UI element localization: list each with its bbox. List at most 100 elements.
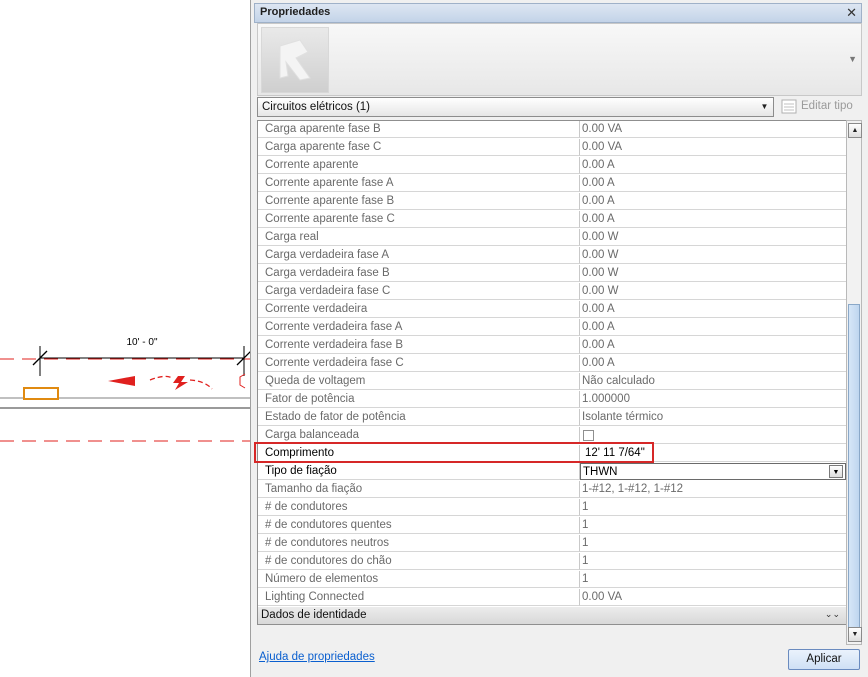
wiring-type-select[interactable]: THWN ▼ — [580, 463, 846, 480]
property-value[interactable]: 1 — [580, 517, 846, 534]
property-value[interactable]: 0.00 A — [580, 301, 846, 318]
preview-expand-icon[interactable]: ▼ — [848, 54, 857, 64]
property-name: # de condutores neutros — [258, 535, 580, 552]
property-name: Corrente aparente fase A — [258, 175, 580, 192]
property-value[interactable]: 0.00 A — [580, 337, 846, 354]
property-name: Carga verdadeira fase B — [258, 265, 580, 282]
property-value[interactable]: 1 — [580, 499, 846, 516]
property-value[interactable]: 0.00 A — [580, 157, 846, 174]
scroll-up-icon[interactable]: ▲ — [848, 123, 862, 138]
scroll-down-icon[interactable]: ▼ — [848, 627, 862, 642]
group-label: Dados de identidade — [261, 609, 367, 621]
apply-button[interactable]: Aplicar — [788, 649, 860, 670]
property-name: Corrente verdadeira fase C — [258, 355, 580, 372]
property-value[interactable]: 0.00 A — [580, 319, 846, 336]
chevron-down-icon[interactable]: ▼ — [757, 99, 772, 115]
property-name: Corrente verdadeira — [258, 301, 580, 318]
property-value[interactable]: 0.00 W — [580, 229, 846, 246]
property-name: Carga aparente fase C — [258, 139, 580, 156]
carga-balanceada-checkbox[interactable] — [583, 430, 594, 441]
property-value[interactable]: Não calculado — [580, 373, 846, 390]
property-name: Corrente aparente fase B — [258, 193, 580, 210]
property-row[interactable]: # de condutores do chão 1 — [258, 553, 846, 571]
property-name: Tipo de fiação — [258, 463, 580, 480]
property-name: Carga verdadeira fase A — [258, 247, 580, 264]
property-value[interactable]: 0.00 VA — [580, 139, 846, 156]
wiring-type-value: THWN — [583, 466, 618, 478]
property-value[interactable]: 0.00 VA — [580, 121, 846, 138]
property-value[interactable]: 0.00 W — [580, 283, 846, 300]
properties-scrollbar[interactable]: ▲ ▼ — [846, 120, 862, 645]
property-value[interactable]: 1-#12, 1-#12, 1-#12 — [580, 481, 846, 498]
property-row[interactable]: Fator de potência 1.000000 — [258, 391, 846, 409]
property-row[interactable]: Corrente aparente fase C 0.00 A — [258, 211, 846, 229]
property-value[interactable]: 1 — [580, 535, 846, 552]
property-name: Queda de voltagem — [258, 373, 580, 390]
edit-type-button[interactable]: Editar tipo — [779, 97, 861, 117]
property-row[interactable]: Corrente verdadeira fase C 0.00 A — [258, 355, 846, 373]
property-value[interactable]: 0.00 A — [580, 355, 846, 372]
property-row[interactable]: # de condutores 1 — [258, 499, 846, 517]
type-selector-dropdown[interactable]: Circuitos elétricos (1) ▼ — [257, 97, 774, 117]
chevron-down-icon[interactable]: ▼ — [829, 465, 843, 478]
property-value[interactable]: 0.00 A — [580, 211, 846, 228]
property-value[interactable]: 0.00 W — [580, 247, 846, 264]
close-icon[interactable]: ✕ — [846, 5, 857, 21]
lightning-icon — [173, 376, 188, 390]
property-row[interactable]: Carga aparente fase B 0.00 VA — [258, 121, 846, 139]
drawing-canvas[interactable]: 10' - 0" — [0, 0, 250, 677]
property-row[interactable]: Corrente verdadeira fase A 0.00 A — [258, 319, 846, 337]
property-row[interactable]: Carga real 0.00 W — [258, 229, 846, 247]
property-row[interactable]: # de condutores quentes 1 — [258, 517, 846, 535]
electrical-device[interactable] — [23, 387, 59, 400]
property-value[interactable]: 1.000000 — [580, 391, 846, 408]
property-row[interactable]: Corrente aparente fase A 0.00 A — [258, 175, 846, 193]
property-name: Carga verdadeira fase C — [258, 283, 580, 300]
property-value[interactable]: 0.00 A — [580, 193, 846, 210]
property-value[interactable]: 0.00 VA — [580, 589, 846, 606]
dimension-label[interactable]: 10' - 0" — [126, 337, 157, 348]
property-row[interactable]: Tamanho da fiação 1-#12, 1-#12, 1-#12 — [258, 481, 846, 499]
edit-type-label: Editar tipo — [801, 100, 853, 112]
help-link[interactable]: Ajuda de propriedades — [259, 651, 375, 663]
property-name: Tamanho da fiação — [258, 481, 580, 498]
property-name: Lighting Connected — [258, 589, 580, 606]
property-row[interactable]: Corrente aparente 0.00 A — [258, 157, 846, 175]
scroll-thumb[interactable] — [848, 304, 860, 629]
panel-titlebar[interactable]: Propriedades ✕ — [254, 3, 862, 23]
edit-type-icon — [781, 99, 797, 114]
expand-chevrons-icon[interactable]: ⌄⌄ — [825, 609, 840, 620]
property-row[interactable]: Carga aparente fase C 0.00 VA — [258, 139, 846, 157]
property-value[interactable]: Isolante térmico — [580, 409, 846, 426]
property-row[interactable]: Carga verdadeira fase B 0.00 W — [258, 265, 846, 283]
property-row[interactable]: Corrente aparente fase B 0.00 A — [258, 193, 846, 211]
property-row[interactable]: Carga verdadeira fase C 0.00 W — [258, 283, 846, 301]
group-header-dados-de-identidade[interactable]: Dados de identidade ⌄⌄ — [258, 607, 846, 624]
property-row[interactable]: Estado de fator de potência Isolante térm… — [258, 409, 846, 427]
property-row[interactable]: Número de elementos 1 — [258, 571, 846, 589]
property-row[interactable]: Carga verdadeira fase A 0.00 W — [258, 247, 846, 265]
property-name: Corrente aparente fase C — [258, 211, 580, 228]
property-name: Carga aparente fase B — [258, 121, 580, 138]
property-name: Corrente aparente — [258, 157, 580, 174]
property-value[interactable]: 0.00 A — [580, 175, 846, 192]
property-row-tipo-de-fiacao[interactable]: Tipo de fiação THWN ▼ — [258, 463, 846, 481]
property-value[interactable]: 0.00 W — [580, 265, 846, 282]
type-thumbnail — [261, 27, 329, 93]
panel-connector-icon — [239, 373, 246, 389]
property-row[interactable]: Corrente verdadeira 0.00 A — [258, 301, 846, 319]
circuit-wire-segment — [149, 375, 173, 381]
property-value[interactable]: 1 — [580, 571, 846, 588]
property-name: Corrente verdadeira fase B — [258, 337, 580, 354]
property-row[interactable]: Lighting Connected 0.00 VA — [258, 589, 846, 607]
panel-title: Propriedades — [260, 6, 331, 18]
property-row[interactable]: Corrente verdadeira fase B 0.00 A — [258, 337, 846, 355]
properties-panel: Propriedades ✕ ▼ Circuitos elétricos (1)… — [250, 0, 868, 677]
type-selector-value: Circuitos elétricos (1) — [262, 101, 370, 113]
property-value[interactable]: 1 — [580, 553, 846, 570]
circuit-drawing: 10' - 0" — [0, 337, 250, 442]
property-name: Fator de potência — [258, 391, 580, 408]
property-row[interactable]: Queda de voltagem Não calculado — [258, 373, 846, 391]
property-name: # de condutores — [258, 499, 580, 516]
property-row[interactable]: # de condutores neutros 1 — [258, 535, 846, 553]
